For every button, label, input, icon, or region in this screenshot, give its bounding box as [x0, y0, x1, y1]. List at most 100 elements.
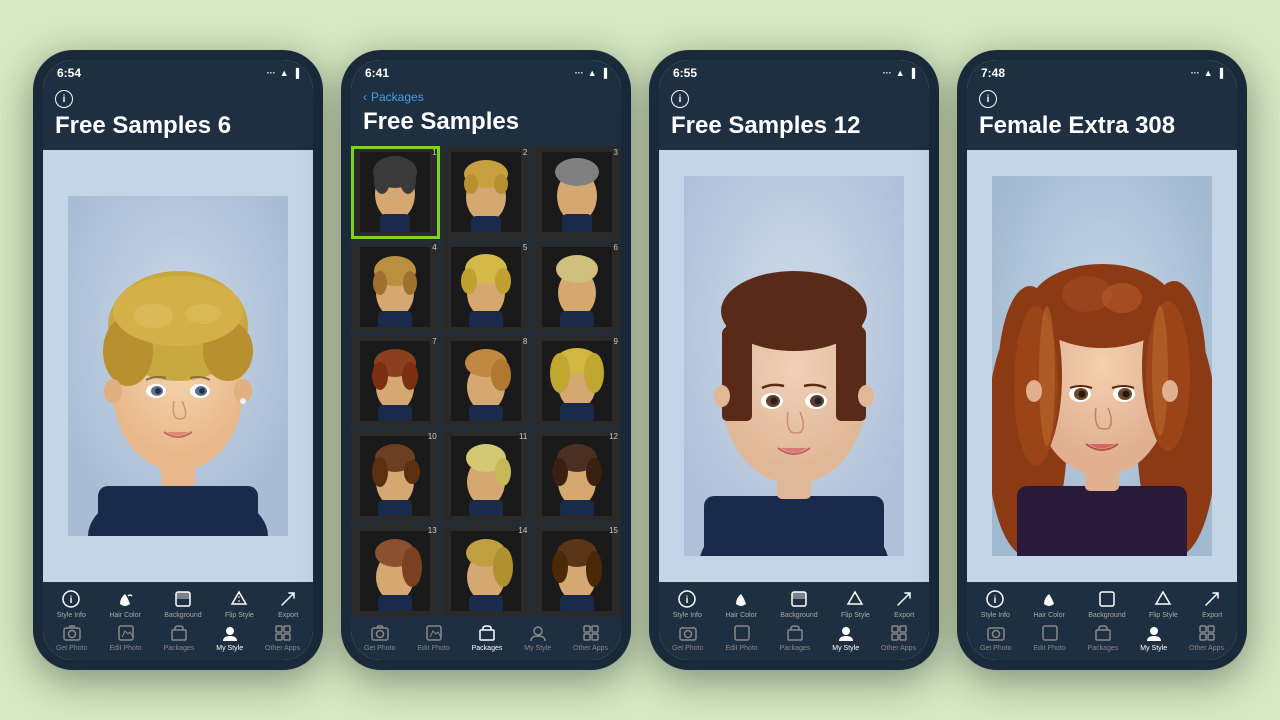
phone-3-title: Free Samples 12: [671, 112, 917, 140]
info-icon[interactable]: i: [55, 90, 73, 108]
battery-icon: ▐: [1217, 68, 1223, 78]
battery-icon: ▐: [601, 68, 607, 78]
hair-cell-14[interactable]: 14: [442, 524, 531, 617]
phone-3-photo: [659, 150, 929, 582]
export-button-4[interactable]: Export: [1201, 588, 1223, 619]
export-label-4: Export: [1202, 612, 1222, 619]
hair-cell-4[interactable]: 4: [351, 241, 440, 334]
edit-photo-icon-2: [424, 623, 444, 643]
hair-cell-5[interactable]: 5: [442, 241, 531, 334]
other-apps-tab-2[interactable]: Other Apps: [573, 623, 608, 652]
get-photo-tab-4[interactable]: Get Photo: [980, 623, 1012, 652]
packages-tab-3[interactable]: Packages: [780, 623, 811, 652]
phone-4: 7:48 ··· ▲ ▐ i Female Extra 308: [957, 50, 1247, 670]
mini-face-7: [360, 341, 430, 421]
edit-photo-tab[interactable]: Edit Photo: [109, 623, 141, 652]
phone-2-status-bar: 6:41 ··· ▲ ▐: [351, 60, 621, 84]
edit-photo-tab-3[interactable]: Edit Photo: [725, 623, 757, 652]
phone-3-toolbar: i Style Info Hair Color B: [659, 582, 929, 660]
battery-icon: ▐: [909, 68, 915, 78]
packages-icon-3: [785, 623, 805, 643]
signal-icon: ···: [267, 68, 276, 78]
style-info-button[interactable]: i Style Info: [57, 588, 86, 619]
phone-2-status-icons: ··· ▲ ▐: [575, 68, 607, 78]
style-info-button-4[interactable]: i Style Info: [981, 588, 1010, 619]
hair-cell-11[interactable]: 11: [442, 430, 531, 523]
flip-style-label-4: Flip Style: [1149, 612, 1178, 619]
hair-color-button-3[interactable]: Hair Color: [725, 588, 757, 619]
background-label-4: Background: [1088, 612, 1125, 619]
get-photo-tab-2[interactable]: Get Photo: [364, 623, 396, 652]
hair-cell-12[interactable]: 12: [532, 430, 621, 523]
background-button[interactable]: Background: [164, 588, 201, 619]
phone-3-face-svg: [684, 176, 904, 556]
back-arrow-icon[interactable]: ‹: [363, 90, 367, 104]
edit-photo-label-4: Edit Photo: [1033, 645, 1065, 652]
edit-photo-tab-4[interactable]: Edit Photo: [1033, 623, 1065, 652]
my-style-tab-3[interactable]: My Style: [832, 623, 859, 652]
wifi-icon: ▲: [588, 68, 597, 78]
mini-face-13: [360, 531, 430, 611]
other-apps-tab-3[interactable]: Other Apps: [881, 623, 916, 652]
flip-style-button-3[interactable]: Flip Style: [841, 588, 870, 619]
hair-cell-13[interactable]: 13: [351, 524, 440, 617]
phone-4-status-bar: 7:48 ··· ▲ ▐: [967, 60, 1237, 84]
get-photo-tab[interactable]: Get Photo: [56, 623, 88, 652]
phone-2-toolbar: Get Photo Edit Photo Packages: [351, 617, 621, 660]
hair-color-label: Hair Color: [109, 612, 141, 619]
edit-photo-tab-2[interactable]: Edit Photo: [417, 623, 449, 652]
my-style-tab-2[interactable]: My Style: [524, 623, 551, 652]
hair-cell-1[interactable]: 1: [351, 146, 440, 239]
hair-cell-2[interactable]: 2: [442, 146, 531, 239]
hair-cell-15[interactable]: 15: [532, 524, 621, 617]
phone-2-content: 1 2: [351, 146, 621, 617]
export-button-3[interactable]: Export: [893, 588, 915, 619]
hair-cell-3[interactable]: 3: [532, 146, 621, 239]
background-icon-4: [1096, 588, 1118, 610]
packages-tab[interactable]: Packages: [164, 623, 195, 652]
cell-14-number: 14: [518, 526, 527, 535]
hair-cell-10[interactable]: 10: [351, 430, 440, 523]
phone-4-screen: 7:48 ··· ▲ ▐ i Female Extra 308: [967, 60, 1237, 660]
hair-cell-6[interactable]: 6: [532, 241, 621, 334]
hair-cell-8[interactable]: 8: [442, 335, 531, 428]
background-button-3[interactable]: Background: [780, 588, 817, 619]
style-info-label-4: Style Info: [981, 612, 1010, 619]
other-apps-label-3: Other Apps: [881, 645, 916, 652]
export-button[interactable]: Export: [277, 588, 299, 619]
info-icon-3[interactable]: i: [671, 90, 689, 108]
phone-4-tab-row: Get Photo Edit Photo Packages: [969, 623, 1235, 652]
edit-photo-icon-4: [1040, 623, 1060, 643]
hair-cell-9[interactable]: 9: [532, 335, 621, 428]
other-apps-icon-4: [1197, 623, 1217, 643]
phone-4-face-svg: [992, 176, 1212, 556]
wifi-icon: ▲: [896, 68, 905, 78]
phone-2-header: ‹ Packages Free Samples: [351, 84, 621, 146]
get-photo-tab-3[interactable]: Get Photo: [672, 623, 704, 652]
get-photo-label-2: Get Photo: [364, 645, 396, 652]
flip-style-button-4[interactable]: Flip Style: [1149, 588, 1178, 619]
back-label[interactable]: Packages: [371, 90, 424, 104]
phone-1-status-icons: ··· ▲ ▐: [267, 68, 299, 78]
wifi-icon: ▲: [280, 68, 289, 78]
style-info-button-3[interactable]: i Style Info: [673, 588, 702, 619]
hair-color-button-4[interactable]: Hair Color: [1033, 588, 1065, 619]
hair-cell-7[interactable]: 7: [351, 335, 440, 428]
edit-photo-label-2: Edit Photo: [417, 645, 449, 652]
packages-tab-4[interactable]: Packages: [1088, 623, 1119, 652]
hair-color-button[interactable]: Hair Color: [109, 588, 141, 619]
mini-face-9: [542, 341, 612, 421]
info-icon-4[interactable]: i: [979, 90, 997, 108]
packages-tab-2[interactable]: Packages: [472, 623, 503, 652]
my-style-tab[interactable]: My Style: [216, 623, 243, 652]
other-apps-tab-4[interactable]: Other Apps: [1189, 623, 1224, 652]
signal-icon: ···: [883, 68, 892, 78]
export-label-3: Export: [894, 612, 914, 619]
other-apps-tab[interactable]: Other Apps: [265, 623, 300, 652]
hair-color-label-4: Hair Color: [1033, 612, 1065, 619]
my-style-tab-4[interactable]: My Style: [1140, 623, 1167, 652]
cell-3-number: 3: [614, 148, 618, 157]
background-button-4[interactable]: Background: [1088, 588, 1125, 619]
flip-style-button[interactable]: Flip Style: [225, 588, 254, 619]
flip-style-icon-4: [1152, 588, 1174, 610]
